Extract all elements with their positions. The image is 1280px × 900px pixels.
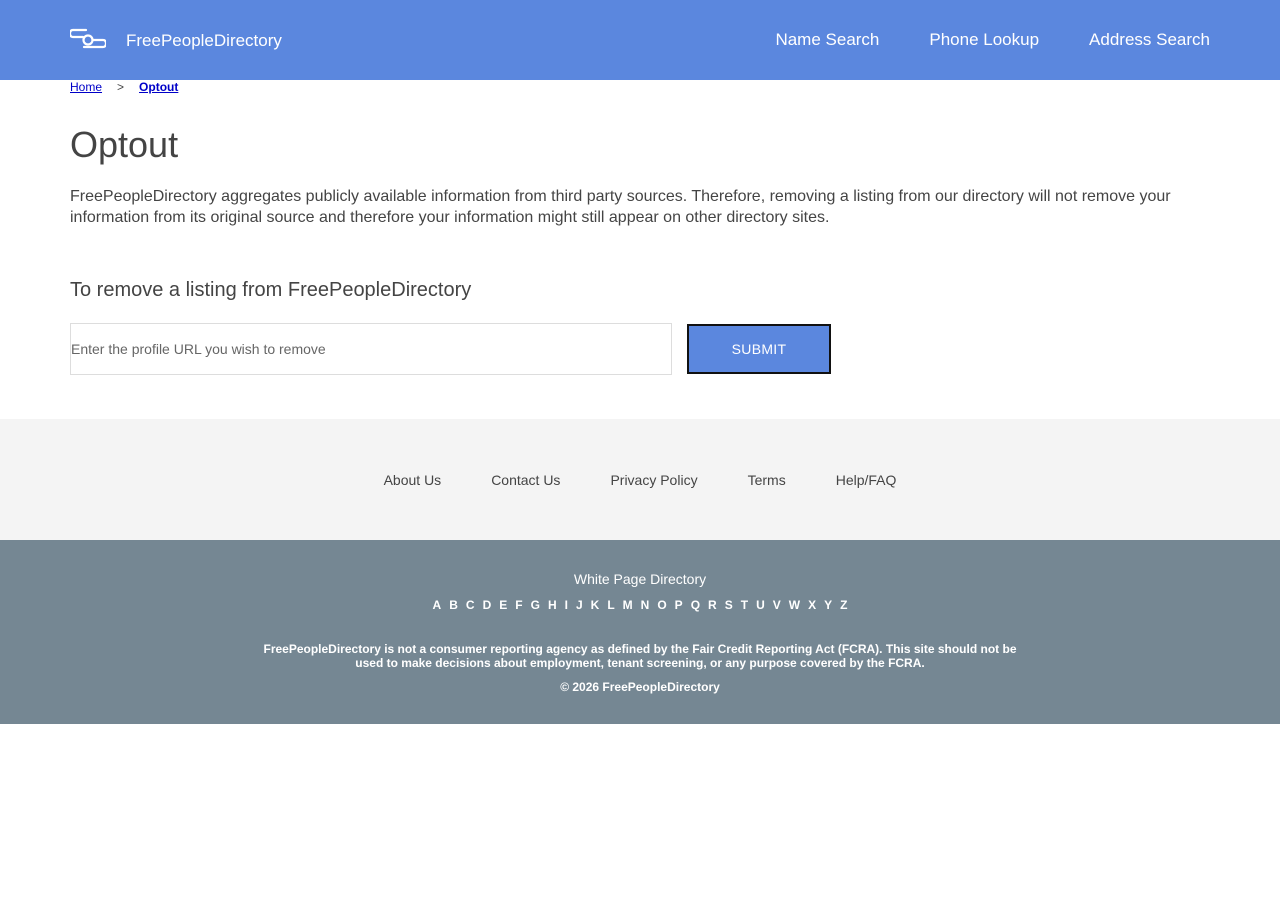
alphabet-link-u[interactable]: U bbox=[756, 598, 765, 612]
alphabet-links: ABCDEFGHIJKLMNOPQRSTUVWXYZ bbox=[0, 598, 1280, 612]
alphabet-link-g[interactable]: G bbox=[531, 598, 540, 612]
alphabet-link-e[interactable]: E bbox=[499, 598, 507, 612]
page-title: Optout bbox=[70, 124, 179, 165]
alphabet-link-v[interactable]: V bbox=[773, 598, 781, 612]
nav-name-search[interactable]: Name Search bbox=[775, 30, 879, 50]
alphabet-link-i[interactable]: I bbox=[565, 598, 568, 612]
white-page-directory-title: White Page Directory bbox=[573, 571, 707, 587]
brand-name: FreePeopleDirectory bbox=[126, 31, 282, 50]
nav-address-search[interactable]: Address Search bbox=[1089, 30, 1210, 50]
footer-link-privacy-policy[interactable]: Privacy Policy bbox=[610, 472, 697, 488]
alphabet-link-f[interactable]: F bbox=[515, 598, 522, 612]
alphabet-link-y[interactable]: Y bbox=[824, 598, 832, 612]
footer-link-terms[interactable]: Terms bbox=[748, 472, 786, 488]
remove-listing-heading: To remove a listing from FreePeopleDirec… bbox=[70, 279, 472, 301]
nav-phone-lookup[interactable]: Phone Lookup bbox=[929, 30, 1039, 50]
alphabet-link-o[interactable]: O bbox=[657, 598, 666, 612]
alphabet-link-r[interactable]: R bbox=[708, 598, 717, 612]
copyright: © 2026 FreePeopleDirectory bbox=[560, 680, 720, 694]
alphabet-link-m[interactable]: M bbox=[623, 598, 633, 612]
alphabet-link-q[interactable]: Q bbox=[691, 598, 700, 612]
alphabet-link-s[interactable]: S bbox=[725, 598, 733, 612]
link-chain-icon bbox=[70, 28, 106, 49]
footer-link-about-us[interactable]: About Us bbox=[384, 472, 442, 488]
footer-link-contact-us[interactable]: Contact Us bbox=[491, 472, 560, 488]
main-nav: Name Search Phone Lookup Address Search bbox=[725, 0, 1210, 80]
breadcrumb-current-link[interactable]: Optout bbox=[139, 80, 178, 94]
intro-paragraph: FreePeopleDirectory aggregates publicly … bbox=[70, 188, 1171, 226]
alphabet-link-d[interactable]: D bbox=[483, 598, 492, 612]
submit-button[interactable]: SUBMIT bbox=[687, 324, 831, 374]
alphabet-link-z[interactable]: Z bbox=[840, 598, 847, 612]
alphabet-link-x[interactable]: X bbox=[808, 598, 816, 612]
footer-link-help-faq[interactable]: Help/FAQ bbox=[836, 472, 897, 488]
breadcrumb-home-link[interactable]: Home bbox=[70, 80, 102, 94]
brand-logo-link[interactable]: FreePeopleDirectory bbox=[70, 24, 282, 58]
breadcrumb-separator: > bbox=[117, 80, 125, 94]
alphabet-link-k[interactable]: K bbox=[591, 598, 600, 612]
alphabet-link-n[interactable]: N bbox=[641, 598, 650, 612]
alphabet-link-w[interactable]: W bbox=[789, 598, 800, 612]
alphabet-link-t[interactable]: T bbox=[741, 598, 748, 612]
profile-url-input[interactable] bbox=[70, 323, 672, 375]
fcra-disclaimer: FreePeopleDirectory is not a consumer re… bbox=[263, 642, 1017, 670]
alphabet-link-j[interactable]: J bbox=[576, 598, 583, 612]
alphabet-link-b[interactable]: B bbox=[449, 598, 458, 612]
footer-links: About Us Contact Us Privacy Policy Terms… bbox=[0, 419, 1280, 540]
site-header: FreePeopleDirectory Name Search Phone Lo… bbox=[0, 0, 1280, 80]
alphabet-link-h[interactable]: H bbox=[548, 598, 557, 612]
alphabet-link-p[interactable]: P bbox=[675, 598, 683, 612]
site-footer: White Page Directory ABCDEFGHIJKLMNOPQRS… bbox=[0, 540, 1280, 724]
breadcrumb: Home > Optout bbox=[70, 80, 178, 94]
alphabet-link-c[interactable]: C bbox=[466, 598, 475, 612]
alphabet-link-l[interactable]: L bbox=[607, 598, 614, 612]
alphabet-link-a[interactable]: A bbox=[433, 598, 442, 612]
